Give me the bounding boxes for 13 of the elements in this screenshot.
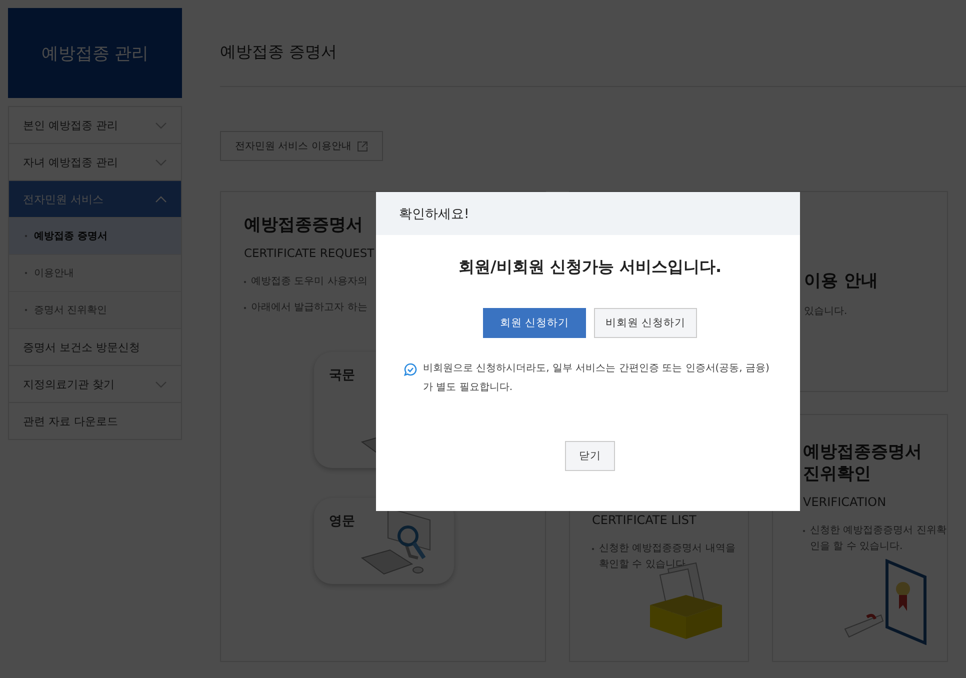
dialog-heading: 회원/비회원 신청가능 서비스입니다. [457, 257, 723, 278]
close-button[interactable]: 닫기 [565, 441, 615, 471]
apply-button[interactable]: 비회원 신청하기 [594, 308, 697, 338]
notice-text: 비회원으로 신청하시더라도, 일부 서비스는 간편인증 또는 인증서(공동, 금융)가 별도 필요합니다. [423, 362, 770, 394]
card-subtitle: CERTIFICATE LIST [592, 513, 698, 527]
card-subtitle: CERTIFICATE REQUEST [244, 246, 376, 260]
page-title: 예방접종 증명서 [220, 42, 338, 63]
card-subtitle: VERIFICATION [803, 495, 888, 510]
check-bubble-icon [404, 363, 417, 376]
card-title: 이용 안내 [804, 270, 879, 292]
apply-button[interactable]: 회원 신청하기 [483, 308, 586, 338]
dialog-title: 확인하세요! [376, 192, 800, 235]
card-title: 예방접종증명서 진위확인 [803, 441, 923, 486]
